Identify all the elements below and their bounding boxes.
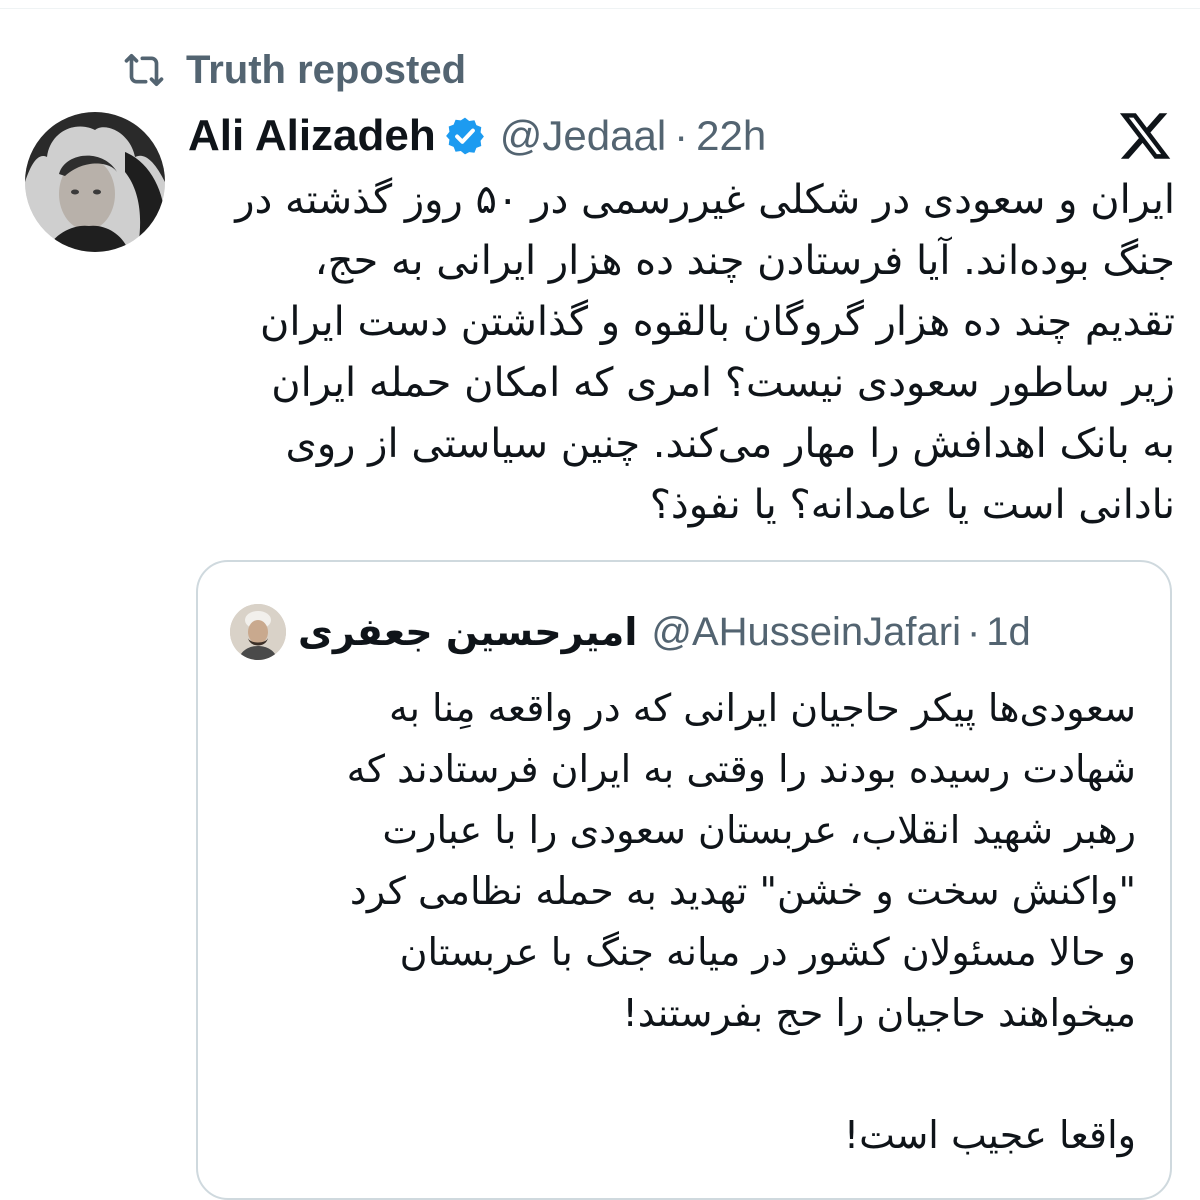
quoted-tweet-text: سعودی‌ها پیکر حاجیان ایرانی که در واقعه …	[228, 678, 1136, 1166]
author-handle[interactable]: @Jedaal	[500, 112, 666, 160]
author-display-name[interactable]: Ali Alizadeh	[188, 111, 436, 161]
separator-dot: ·	[966, 609, 981, 654]
x-logo-icon	[1117, 108, 1173, 164]
tweet-header: Ali Alizadeh @Jedaal · 22h	[188, 106, 766, 166]
author-avatar[interactable]	[25, 112, 165, 252]
quoted-text-line: "واکنش سخت و خشن" تهدید به حمله نظامی کر…	[349, 869, 1136, 913]
tweet-text-line: زیر ساطور سعودی نیست؟ امری که امکان حمله…	[271, 360, 1175, 406]
quoted-author-handle[interactable]: @AHusseinJafari	[651, 610, 961, 655]
tweet-text-line: نادانی است یا عامدانه؟ یا نفوذ؟	[649, 482, 1175, 528]
quoted-text-line: و حالا مسئولان کشور در میانه جنگ با عربس…	[399, 930, 1136, 974]
tweet-text-line: به بانک اهدافش را مهار می‌کند. چنین سیاس…	[285, 421, 1175, 467]
repost-label: Truth reposted	[186, 47, 467, 92]
quoted-text-line: رهبر شهید انقلاب، عربستان سعودی را با عب…	[382, 808, 1136, 852]
tweet-timestamp[interactable]: 22h	[696, 112, 766, 160]
quoted-tweet-card[interactable]: امیرحسین جعفری @AHusseinJafari · 1d سعود…	[196, 560, 1172, 1200]
separator-dot: ·	[674, 112, 689, 159]
quoted-text-last-line: واقعا عجیب است!	[843, 1113, 1136, 1157]
repost-indicator[interactable]: Truth reposted	[120, 46, 466, 94]
tweet-text-line: ایران و سعودی در شکلی غیررسمی در ۵۰ روز …	[235, 177, 1175, 223]
quoted-author-display-name[interactable]: امیرحسین جعفری	[298, 610, 637, 654]
tweet-text-line: تقدیم چند ده هزار گروگان بالقوه و گذاشتن…	[259, 299, 1175, 345]
paragraph-break	[228, 1044, 1136, 1105]
quoted-author-avatar[interactable]	[230, 604, 286, 660]
quoted-text-line: میخواهند حاجیان را حج بفرستند!	[622, 991, 1136, 1035]
quoted-text-line: شهادت رسیده بودند را وقتی به ایران فرستا…	[346, 747, 1136, 791]
tweet-text: ایران و سعودی در شکلی غیررسمی در ۵۰ روز …	[190, 170, 1175, 536]
tweet-text-line: جنگ بوده‌اند. آیا فرستادن چند ده هزار ای…	[314, 238, 1175, 284]
verified-badge-icon	[444, 114, 488, 158]
top-divider	[0, 8, 1200, 9]
quoted-tweet-header: امیرحسین جعفری @AHusseinJafari · 1d	[230, 602, 1031, 662]
quoted-tweet-timestamp[interactable]: 1d	[986, 610, 1031, 655]
repost-icon	[120, 46, 168, 94]
quoted-text-line: سعودی‌ها پیکر حاجیان ایرانی که در واقعه …	[389, 686, 1136, 730]
